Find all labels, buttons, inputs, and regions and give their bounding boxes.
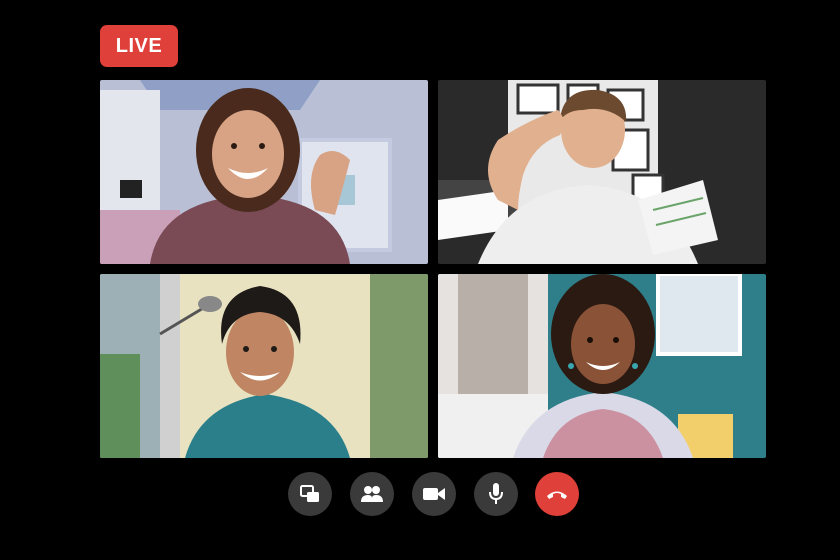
- participant-video-feed: [438, 274, 766, 458]
- video-toggle-button[interactable]: [412, 472, 456, 516]
- screen-share-button[interactable]: [288, 472, 332, 516]
- microphone-icon: [489, 483, 503, 504]
- end-call-button[interactable]: [535, 472, 579, 516]
- participant-video-tile[interactable]: [438, 274, 766, 458]
- participants-button[interactable]: [350, 472, 394, 516]
- participant-video-feed: [100, 80, 428, 264]
- participant-video-tile[interactable]: [100, 274, 428, 458]
- video-camera-icon: [423, 488, 445, 500]
- live-badge: LIVE: [100, 25, 178, 67]
- participant-video-tile[interactable]: [100, 80, 428, 264]
- call-controls: [0, 472, 840, 516]
- participant-video-feed: [100, 274, 428, 458]
- end-call-icon: [547, 491, 567, 499]
- participants-icon: [361, 486, 383, 502]
- screen-share-icon: [300, 485, 319, 502]
- participant-video-feed: [438, 80, 766, 264]
- microphone-toggle-button[interactable]: [474, 472, 518, 516]
- participant-video-tile[interactable]: [438, 80, 766, 264]
